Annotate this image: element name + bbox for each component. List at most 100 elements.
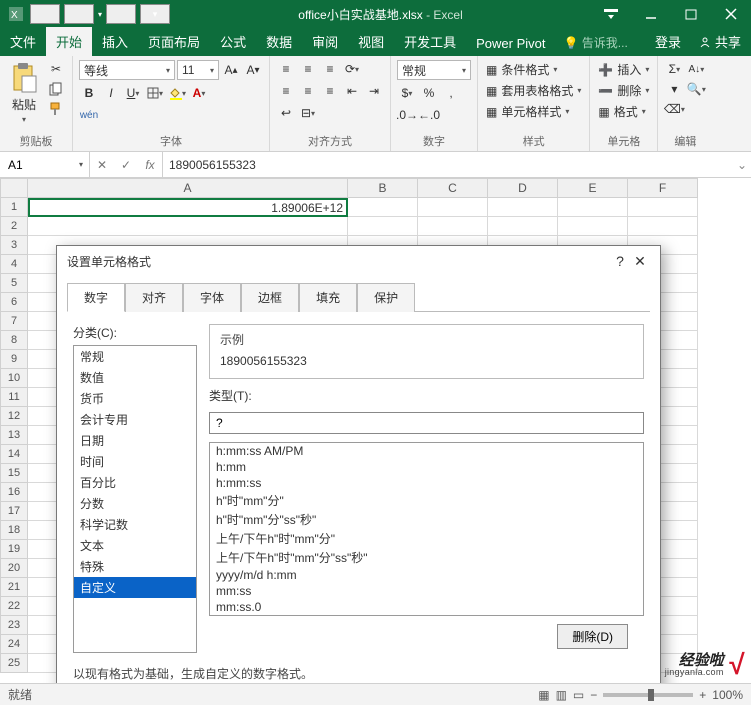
row-header[interactable]: 25: [0, 654, 28, 673]
row-header[interactable]: 8: [0, 331, 28, 350]
category-item[interactable]: 常规: [74, 346, 196, 367]
fx-icon[interactable]: fx: [138, 152, 162, 177]
qat-customize-icon[interactable]: ▾: [140, 4, 170, 24]
row-header[interactable]: 18: [0, 521, 28, 540]
align-middle-icon[interactable]: ≡: [298, 60, 318, 78]
zoom-in-icon[interactable]: +: [699, 688, 706, 702]
row-header[interactable]: 11: [0, 388, 28, 407]
row-header[interactable]: 21: [0, 578, 28, 597]
view-pagebreak-icon[interactable]: ▭: [573, 688, 584, 702]
row-header[interactable]: 2: [0, 217, 28, 236]
tab-view[interactable]: 视图: [348, 27, 394, 56]
column-header[interactable]: C: [418, 178, 488, 198]
category-item[interactable]: 百分比: [74, 472, 196, 493]
clear-icon[interactable]: ⌫▾: [664, 100, 684, 118]
category-item[interactable]: 分数: [74, 493, 196, 514]
column-header[interactable]: D: [488, 178, 558, 198]
type-list-item[interactable]: h:mm:ss: [210, 475, 643, 491]
tab-data[interactable]: 数据: [256, 27, 302, 56]
name-box[interactable]: ▾: [0, 152, 90, 177]
view-normal-icon[interactable]: ▦: [538, 688, 549, 702]
sort-filter-icon[interactable]: A↓▾: [686, 60, 706, 78]
align-center-icon[interactable]: ≡: [298, 82, 318, 100]
border-button[interactable]: ▾: [145, 84, 165, 102]
maximize-button[interactable]: [671, 0, 711, 28]
conditional-format-button[interactable]: ▦条件格式▾: [484, 60, 559, 79]
tab-layout[interactable]: 页面布局: [138, 27, 210, 56]
type-list-item[interactable]: @: [210, 615, 643, 616]
merge-cells-icon[interactable]: ⊟▾: [298, 104, 318, 122]
category-item[interactable]: 自定义: [74, 577, 196, 598]
row-header[interactable]: 23: [0, 616, 28, 635]
cell[interactable]: [348, 217, 418, 236]
category-listbox[interactable]: 常规数值货币会计专用日期时间百分比分数科学记数文本特殊自定义: [73, 345, 197, 653]
delete-format-button[interactable]: 删除(D): [557, 624, 628, 649]
cancel-formula-icon[interactable]: ✕: [90, 152, 114, 177]
type-list-item[interactable]: 上午/下午h"时"mm"分": [210, 529, 643, 548]
row-header[interactable]: 22: [0, 597, 28, 616]
number-format-combo[interactable]: 常规▾: [397, 60, 471, 80]
table-format-button[interactable]: ▦套用表格格式▾: [484, 81, 583, 100]
format-painter-icon[interactable]: [46, 100, 66, 118]
increase-font-icon[interactable]: A▴: [221, 61, 241, 79]
undo-icon[interactable]: [64, 4, 94, 24]
dialog-tab[interactable]: 字体: [183, 283, 241, 312]
wrap-text-icon[interactable]: ↩: [276, 104, 296, 122]
dialog-tab[interactable]: 对齐: [125, 283, 183, 312]
row-header[interactable]: 13: [0, 426, 28, 445]
cell[interactable]: 1.89006E+12: [28, 198, 348, 217]
align-bottom-icon[interactable]: ≡: [320, 60, 340, 78]
cell[interactable]: [418, 217, 488, 236]
row-header[interactable]: 7: [0, 312, 28, 331]
autosum-icon[interactable]: Σ▾: [664, 60, 684, 78]
insert-cells-button[interactable]: ➕插入▾: [596, 60, 651, 79]
type-list-item[interactable]: h"时"mm"分": [210, 491, 643, 510]
fill-color-button[interactable]: ▾: [167, 84, 187, 102]
category-item[interactable]: 数值: [74, 367, 196, 388]
increase-decimal-icon[interactable]: .0→: [397, 106, 417, 124]
dialog-tab[interactable]: 数字: [67, 283, 125, 312]
row-header[interactable]: 15: [0, 464, 28, 483]
tab-file[interactable]: 文件: [0, 27, 46, 56]
row-header[interactable]: 24: [0, 635, 28, 654]
row-header[interactable]: 4: [0, 255, 28, 274]
comma-format-icon[interactable]: ,: [441, 84, 461, 102]
type-input[interactable]: [209, 412, 644, 434]
category-item[interactable]: 货币: [74, 388, 196, 409]
close-button[interactable]: [711, 0, 751, 28]
tab-formulas[interactable]: 公式: [210, 27, 256, 56]
category-item[interactable]: 时间: [74, 451, 196, 472]
select-all-corner[interactable]: [0, 178, 28, 198]
align-left-icon[interactable]: ≡: [276, 82, 296, 100]
cell-styles-button[interactable]: ▦单元格样式▾: [484, 102, 571, 121]
font-color-button[interactable]: A▾: [189, 84, 209, 102]
row-header[interactable]: 1: [0, 198, 28, 217]
category-item[interactable]: 文本: [74, 535, 196, 556]
bold-button[interactable]: B: [79, 84, 99, 102]
orientation-icon[interactable]: ⟳▾: [342, 60, 362, 78]
ribbon-options-icon[interactable]: [591, 0, 631, 28]
cell[interactable]: [628, 217, 698, 236]
minimize-button[interactable]: [631, 0, 671, 28]
delete-cells-button[interactable]: ➖删除▾: [596, 81, 651, 100]
row-header[interactable]: 16: [0, 483, 28, 502]
column-header[interactable]: B: [348, 178, 418, 198]
row-header[interactable]: 12: [0, 407, 28, 426]
login-link[interactable]: 登录: [647, 27, 689, 56]
type-list-item[interactable]: yyyy/m/d h:mm: [210, 567, 643, 583]
share-button[interactable]: 共享: [689, 27, 751, 56]
column-header[interactable]: A: [28, 178, 348, 198]
view-layout-icon[interactable]: ▥: [556, 688, 567, 702]
accept-formula-icon[interactable]: ✓: [114, 152, 138, 177]
find-select-icon[interactable]: 🔍▾: [686, 80, 706, 98]
tab-review[interactable]: 审阅: [302, 27, 348, 56]
fill-icon[interactable]: ▾: [664, 80, 684, 98]
category-item[interactable]: 日期: [74, 430, 196, 451]
align-right-icon[interactable]: ≡: [320, 82, 340, 100]
category-item[interactable]: 特殊: [74, 556, 196, 577]
column-header[interactable]: F: [628, 178, 698, 198]
font-name-combo[interactable]: 等线▾: [79, 60, 175, 80]
redo-icon[interactable]: [106, 4, 136, 24]
cell[interactable]: [348, 198, 418, 217]
row-header[interactable]: 3: [0, 236, 28, 255]
